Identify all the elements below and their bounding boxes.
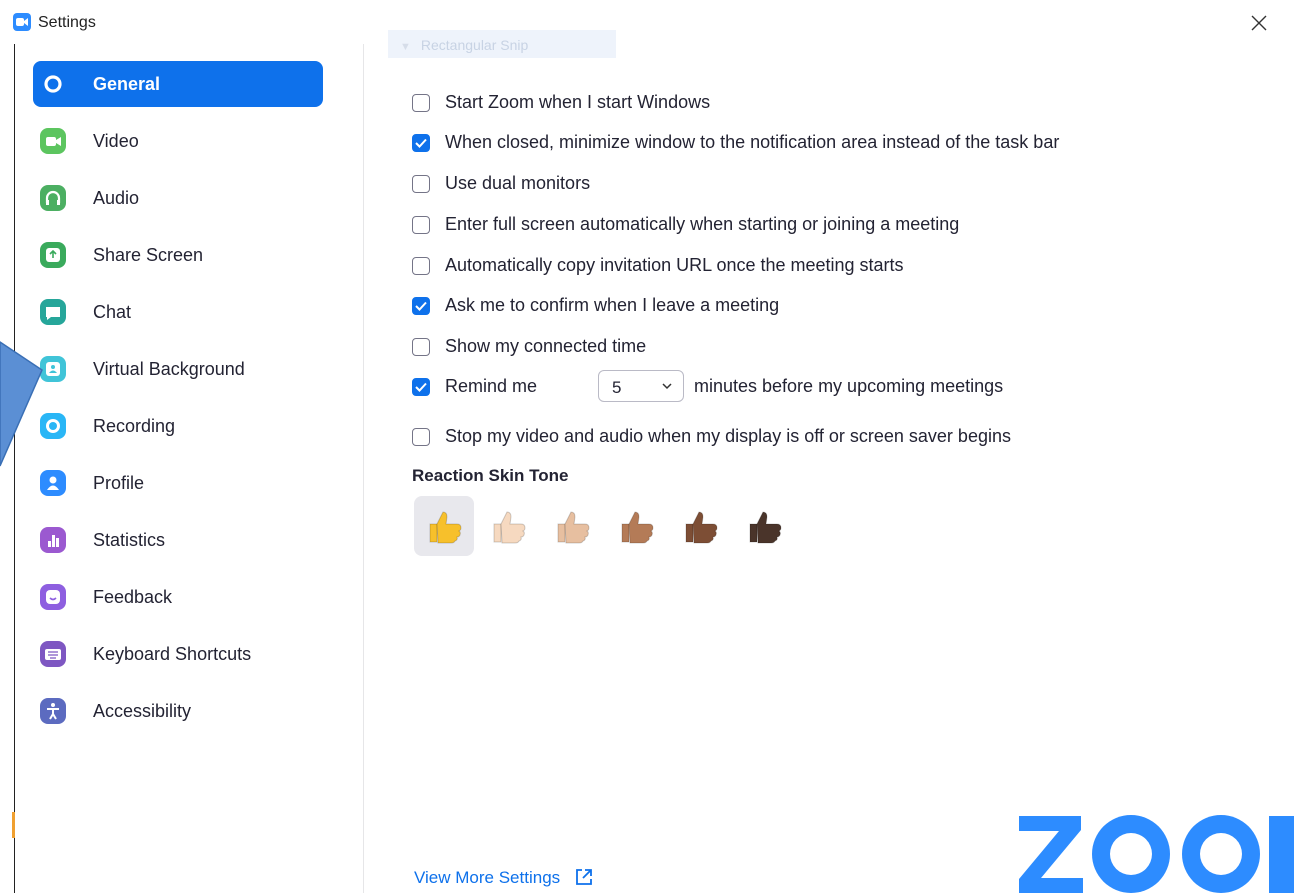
sidebar-item-label: Audio bbox=[93, 188, 140, 208]
thumbs-up-icon bbox=[621, 511, 654, 544]
gear-icon bbox=[40, 71, 66, 97]
thumbs-up-icon bbox=[429, 511, 462, 544]
headphones-icon bbox=[40, 185, 66, 211]
setting-checkbox[interactable] bbox=[412, 94, 430, 112]
sidebar-item-label: Virtual Background bbox=[93, 359, 245, 379]
smiley-icon bbox=[40, 584, 66, 610]
setting-label: When closed, minimize window to the noti… bbox=[445, 132, 1060, 152]
skin-tone-option[interactable] bbox=[414, 496, 474, 556]
setting-label: Use dual monitors bbox=[445, 173, 591, 193]
sidebar-item-share-screen[interactable]: Share Screen bbox=[33, 232, 323, 278]
skin-tone-option[interactable] bbox=[606, 496, 666, 556]
video-camera-icon bbox=[40, 128, 66, 154]
reaction-skin-tone-title: Reaction Skin Tone bbox=[412, 466, 569, 485]
sidebar-item-general[interactable]: General bbox=[33, 61, 323, 107]
zoom-logo bbox=[1019, 815, 1294, 893]
setting-checkbox[interactable] bbox=[412, 257, 430, 275]
skin-tone-option[interactable] bbox=[734, 496, 794, 556]
sidebar-item-label: Video bbox=[93, 131, 139, 151]
view-more-settings-link[interactable]: View More Settings bbox=[414, 868, 560, 888]
skin-tone-option[interactable] bbox=[478, 496, 538, 556]
sidebar-item-profile[interactable]: Profile bbox=[33, 460, 323, 506]
close-button[interactable] bbox=[1244, 8, 1274, 38]
sidebar-item-accessibility[interactable]: Accessibility bbox=[33, 688, 323, 734]
general-settings-panel: Start Zoom when I start Windows When clos… bbox=[364, 44, 1294, 893]
setting-label: Remind me bbox=[445, 376, 538, 396]
zoom-app-icon bbox=[13, 13, 31, 31]
sidebar-item-label: Accessibility bbox=[93, 701, 192, 721]
sidebar-item-audio[interactable]: Audio bbox=[33, 175, 323, 221]
sidebar-item-label: Feedback bbox=[93, 587, 173, 607]
sidebar-item-feedback[interactable]: Feedback bbox=[33, 574, 323, 620]
setting-checkbox[interactable] bbox=[412, 216, 430, 234]
sidebar-item-video[interactable]: Video bbox=[33, 118, 323, 164]
sidebar-item-label: Statistics bbox=[93, 530, 166, 550]
setting-checkbox[interactable] bbox=[412, 378, 430, 396]
sidebar-item-label: Keyboard Shortcuts bbox=[93, 644, 252, 664]
chevron-down-icon bbox=[662, 383, 672, 390]
sidebar-item-label: General bbox=[93, 74, 161, 94]
keyboard-icon bbox=[40, 641, 66, 667]
setting-label: Stop my video and audio when my display … bbox=[445, 426, 1011, 446]
skin-tone-option[interactable] bbox=[542, 496, 602, 556]
remind-minutes-value: 5 bbox=[612, 378, 622, 397]
title-bar: Settings bbox=[0, 0, 1294, 44]
profile-icon bbox=[40, 470, 66, 496]
setting-checkbox[interactable] bbox=[412, 428, 430, 446]
remind-minutes-select[interactable]: 5 bbox=[598, 370, 684, 402]
sidebar-item-label: Recording bbox=[93, 416, 176, 436]
setting-label: Automatically copy invitation URL once t… bbox=[445, 255, 904, 275]
close-icon[interactable] bbox=[1244, 8, 1274, 38]
thumbs-up-icon bbox=[493, 511, 526, 544]
setting-checkbox[interactable] bbox=[412, 297, 430, 315]
setting-label: Show my connected time bbox=[445, 336, 647, 356]
remind-suffix: minutes before my upcoming meetings bbox=[694, 376, 1004, 396]
sidebar-item-chat[interactable]: Chat bbox=[33, 289, 323, 335]
sidebar-item-label: Chat bbox=[93, 302, 132, 322]
sidebar-item-recording[interactable]: Recording bbox=[33, 403, 323, 449]
sidebar-item-virtual-background[interactable]: Virtual Background bbox=[33, 346, 323, 392]
chat-bubble-icon bbox=[40, 299, 66, 325]
sidebar-item-label: Profile bbox=[93, 473, 145, 493]
setting-checkbox[interactable] bbox=[412, 134, 430, 152]
thumbs-up-icon bbox=[749, 511, 782, 544]
thumbs-up-icon bbox=[685, 511, 718, 544]
setting-checkbox[interactable] bbox=[412, 175, 430, 193]
thumbs-up-icon bbox=[557, 511, 590, 544]
accessibility-icon bbox=[40, 698, 66, 724]
sidebar-item-keyboard-shortcuts[interactable]: Keyboard Shortcuts bbox=[33, 631, 323, 677]
settings-sidebar: General Video Audio Share Screen Chat Virtual… bbox=[15, 44, 364, 893]
external-link-icon[interactable] bbox=[574, 867, 594, 887]
setting-label: Enter full screen automatically when sta… bbox=[445, 214, 960, 234]
setting-checkbox[interactable] bbox=[412, 338, 430, 356]
window-title: Settings bbox=[38, 14, 96, 31]
skin-tone-option[interactable] bbox=[670, 496, 730, 556]
share-screen-icon bbox=[40, 242, 66, 268]
sidebar-item-label: Share Screen bbox=[93, 245, 204, 265]
annotation-arrow bbox=[0, 341, 43, 467]
statistics-icon bbox=[40, 527, 66, 553]
setting-label: Ask me to confirm when I leave a meeting bbox=[445, 295, 780, 315]
sidebar-item-statistics[interactable]: Statistics bbox=[33, 517, 323, 563]
setting-label: Start Zoom when I start Windows bbox=[445, 92, 711, 112]
